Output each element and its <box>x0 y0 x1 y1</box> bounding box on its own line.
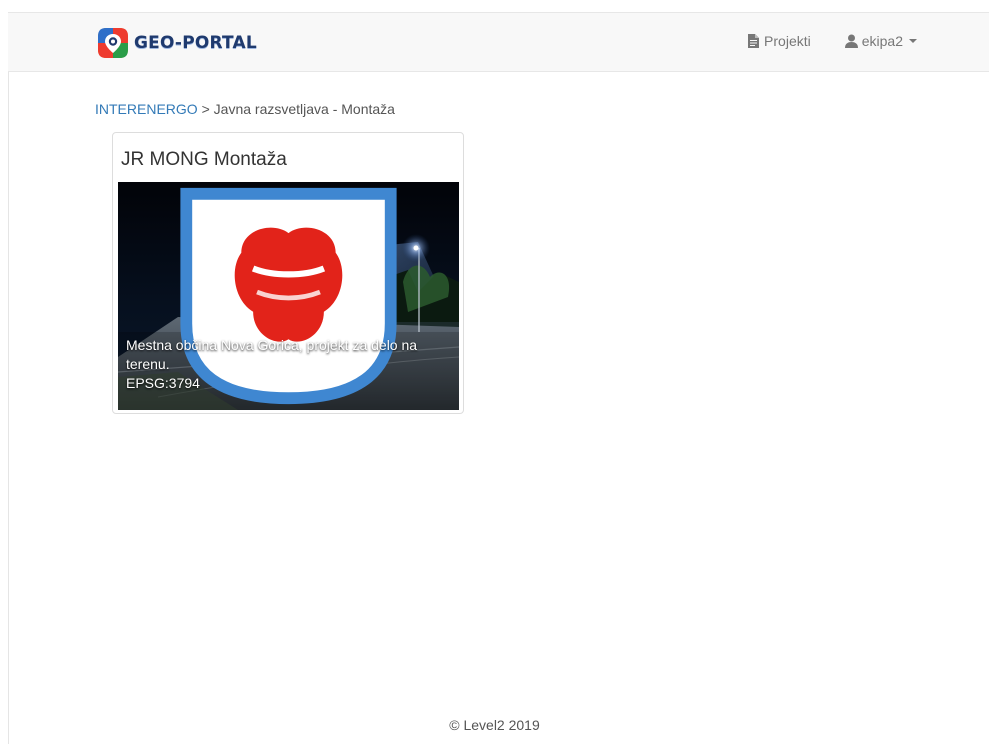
project-thumbnail[interactable]: Mestna občina Nova Gorica, projekt za de… <box>118 182 459 410</box>
breadcrumb-current: Javna razsvetljava - Montaža <box>213 101 395 117</box>
breadcrumb-separator: > <box>201 101 210 117</box>
breadcrumb-root-link[interactable]: INTERENERGO <box>95 101 198 117</box>
footer-copyright: © Level2 2019 <box>449 717 540 733</box>
project-description: Mestna občina Nova Gorica, projekt za de… <box>126 337 418 372</box>
nav-projects-label: Projekti <box>764 33 811 49</box>
user-icon <box>844 34 858 48</box>
user-menu-dropdown[interactable]: ekipa2 <box>844 33 917 49</box>
project-epsg: EPSG:3794 <box>126 375 200 391</box>
project-card[interactable]: JR MONG Montaža Mestna občina Nova Goric… <box>112 132 464 414</box>
project-title: JR MONG Montaža <box>121 149 287 170</box>
caret-down-icon <box>909 39 917 43</box>
breadcrumb: INTERENERGO > Javna razsvetljava - Monta… <box>95 101 395 117</box>
geo-portal-logo-icon <box>98 28 128 58</box>
navbar-menu: Projekti ekipa2 <box>747 33 917 49</box>
user-name-label: ekipa2 <box>861 33 903 49</box>
file-icon <box>748 34 760 48</box>
brand-link[interactable]: GEO-PORTAL <box>96 25 257 61</box>
project-caption: Mestna občina Nova Gorica, projekt za de… <box>126 336 456 393</box>
brand-name: GEO-PORTAL <box>134 33 257 53</box>
nav-projects-link[interactable]: Projekti <box>747 33 811 49</box>
top-navbar: GEO-PORTAL Projekti ekipa2 <box>8 12 989 72</box>
